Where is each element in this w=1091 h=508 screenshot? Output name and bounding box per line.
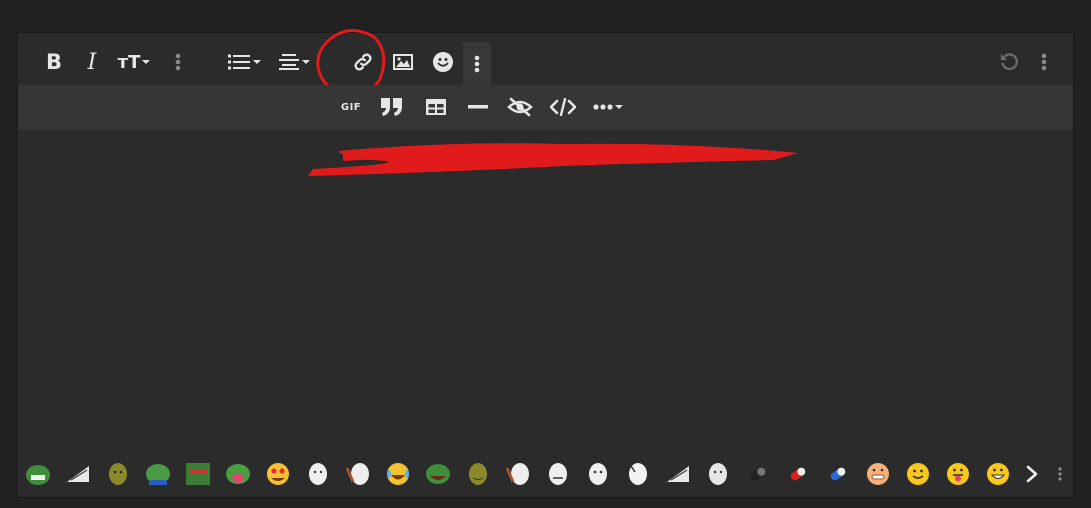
grimace-icon [867,463,889,485]
wojak-pointing-2-emoji[interactable] [505,461,531,487]
meme-face-icon [67,466,89,482]
pepe-icon [26,465,50,485]
wojak-icon [589,463,607,485]
redaction-scribble [308,143,798,176]
italic-icon: I [87,49,97,75]
star-eyes-emoji[interactable] [265,461,291,487]
chevron-down-icon [615,105,623,109]
shrek-icon [469,463,487,485]
bold-button[interactable]: B [42,48,66,76]
black-pill-emoji[interactable] [745,461,771,487]
more-options-button[interactable] [171,48,185,76]
pepe-icon [146,464,170,485]
star-struck-icon [267,463,289,485]
list-icon [227,54,250,70]
chevron-down-icon [301,60,310,64]
wojak-emoji[interactable] [305,461,331,487]
table-icon [426,99,446,115]
pepe-grin-emoji[interactable] [25,461,51,487]
more-vertical-icon [1058,467,1062,481]
chevron-down-icon [252,60,261,64]
smile-emoji[interactable] [905,461,931,487]
pepe-smug-emoji[interactable] [185,461,211,487]
wojak-meme-2-emoji[interactable] [665,461,691,487]
more-insert-button[interactable] [463,42,491,85]
wojak-icon [345,463,369,485]
toolbar-secondary: GIF [18,85,1073,130]
red-pill-emoji[interactable] [785,461,811,487]
emoji-next-button[interactable] [1021,461,1043,487]
red-pill-icon [790,467,806,481]
pepe-icon [226,464,250,484]
wojak-4-emoji[interactable] [625,461,651,487]
image-icon [393,54,413,70]
horizontal-rule-icon [468,105,488,109]
italic-button[interactable]: I [80,48,104,76]
editor-options-button[interactable] [1037,48,1051,76]
emoji-bar [18,451,1073,497]
wojak-icon [309,463,327,485]
shrek-2-emoji[interactable] [465,461,491,487]
tongue-icon [947,463,969,485]
align-icon [278,54,299,70]
list-button[interactable] [224,48,264,76]
black-pill-icon [750,467,766,481]
undo-icon [1000,53,1019,71]
more-vertical-icon [175,53,181,71]
pepe-laugh-emoji[interactable] [425,461,451,487]
pepe-icon [426,464,450,484]
blue-pill-emoji[interactable] [825,461,851,487]
text-size-button[interactable]: тT [114,48,154,76]
joy-emoji[interactable] [385,461,411,487]
more-vertical-icon [474,55,480,72]
wojak-meme-emoji[interactable] [65,461,91,487]
emoji-options-button[interactable] [1054,461,1066,487]
pepe-sad-emoji[interactable] [145,461,171,487]
shrek-emoji[interactable] [105,461,131,487]
quote-icon [381,98,402,116]
more-insert-options-button[interactable] [588,93,628,121]
more-horizontal-icon [593,104,613,110]
table-button[interactable] [421,93,451,121]
chevron-right-icon [1026,465,1038,483]
meme-face-icon [667,466,689,482]
wojak-icon [549,463,567,485]
smile-icon [907,463,929,485]
code-icon [550,98,576,116]
more-vertical-icon [1041,53,1047,71]
align-button[interactable] [274,48,314,76]
wojak-icon [629,463,647,485]
gif-button[interactable]: GIF [336,93,366,121]
emoji-button[interactable] [429,48,457,76]
chevron-down-icon [142,60,151,64]
code-button[interactable] [548,93,578,121]
rich-text-editor: B I тT GIF [17,29,1074,498]
wojak-icon [505,463,529,485]
tears-of-joy-icon [387,463,409,485]
text-size-icon: тT [117,51,141,73]
tongue-emoji[interactable] [945,461,971,487]
toolbar-primary: B I тT [18,29,1073,98]
wojak-3-emoji[interactable] [585,461,611,487]
quote-button[interactable] [377,93,407,121]
undo-button[interactable] [996,48,1022,76]
grin-emoji[interactable] [985,461,1011,487]
pepe-shout-emoji[interactable] [225,461,251,487]
wojak-5-emoji[interactable] [705,461,731,487]
gif-icon: GIF [340,101,362,113]
pepe-icon [186,463,210,485]
grimace-emoji[interactable] [865,461,891,487]
blue-pill-icon [830,467,846,481]
bold-icon: B [45,50,62,74]
editor-content-area[interactable] [18,130,1073,450]
wojak-icon [709,463,727,485]
wojak-pointing-emoji[interactable] [345,461,371,487]
smiley-icon [433,52,453,72]
grin-icon [987,463,1009,485]
shrek-icon [109,463,127,485]
wojak-2-emoji[interactable] [545,461,571,487]
spoiler-button[interactable] [505,93,535,121]
horizontal-rule-button[interactable] [464,93,492,121]
spoiler-icon [507,97,533,117]
